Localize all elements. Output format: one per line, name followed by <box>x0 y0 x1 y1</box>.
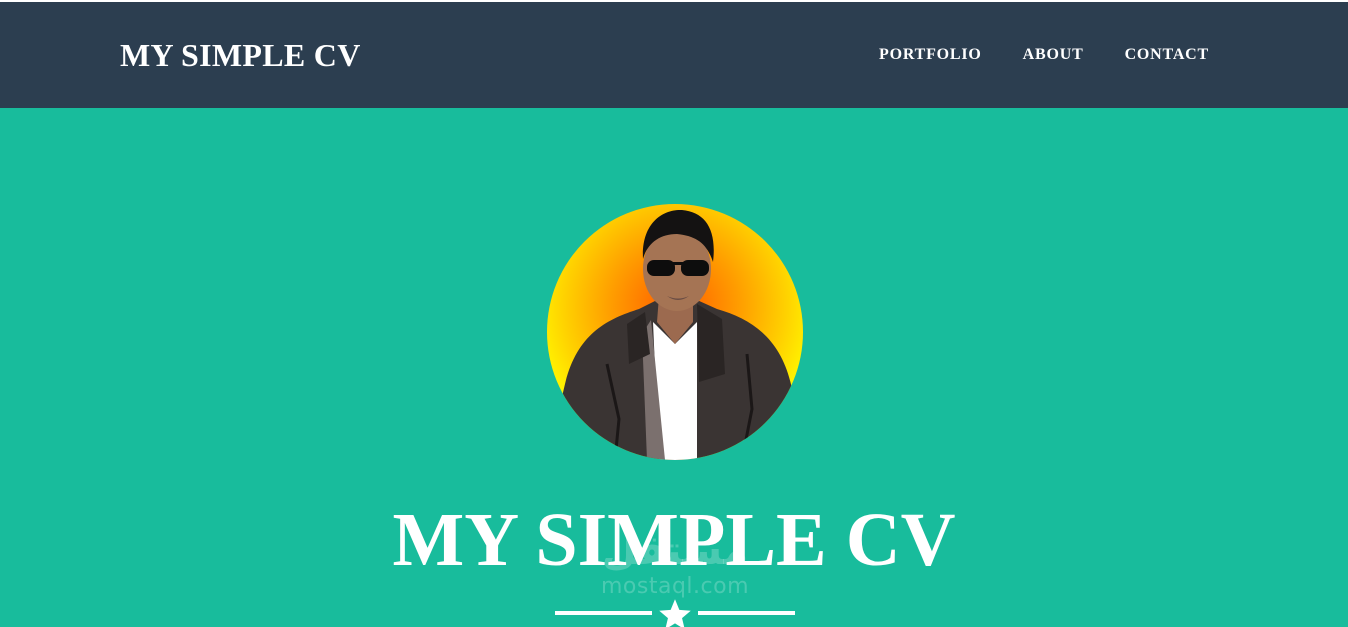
nav-link-about[interactable]: ABOUT <box>1023 45 1084 65</box>
brand-logo-link[interactable]: MY SIMPLE CV <box>120 35 361 75</box>
star-icon <box>659 599 691 627</box>
navbar: MY SIMPLE CV PORTFOLIO ABOUT CONTACT <box>0 2 1348 108</box>
hero-title: MY SIMPLE CV <box>392 498 956 582</box>
nav-menu: PORTFOLIO ABOUT CONTACT <box>879 45 1209 65</box>
divider-line-left <box>555 611 652 615</box>
nav-link-portfolio[interactable]: PORTFOLIO <box>879 45 982 65</box>
title-divider <box>555 596 795 627</box>
nav-link-contact[interactable]: CONTACT <box>1125 45 1209 65</box>
divider-line-right <box>698 611 795 615</box>
profile-avatar <box>547 204 803 460</box>
hero-section: مستقل mostaql.com MY SIMPLE CV <box>0 108 1348 627</box>
person-illustration <box>547 209 803 460</box>
